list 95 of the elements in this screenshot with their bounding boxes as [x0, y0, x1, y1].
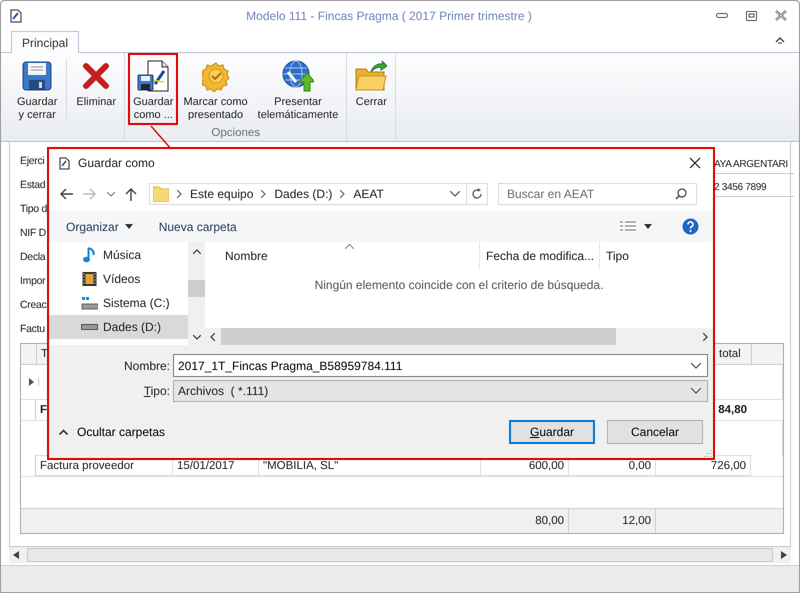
- close-icon[interactable]: [775, 10, 787, 21]
- table-cell: 600,00: [528, 460, 564, 472]
- scrollbar-thumb[interactable]: [221, 328, 616, 345]
- field-label: Tipo d: [20, 202, 47, 216]
- help-icon[interactable]: [682, 218, 699, 235]
- window-title: Modelo 111 - Fincas Pragma ( 2017 Primer trimestre ): [245, 8, 533, 22]
- breadcrumb-item[interactable]: Este equipo: [190, 187, 254, 201]
- nav-item[interactable]: Sistema (C:): [49, 291, 188, 315]
- column-header[interactable]: Tipo: [600, 242, 629, 269]
- scroll-left-icon[interactable]: [13, 551, 19, 559]
- field-label: Impor: [20, 274, 46, 288]
- close-icon[interactable]: [689, 157, 701, 169]
- scrollbar-thumb[interactable]: [27, 548, 773, 562]
- dialog-button[interactable]: Guardar: [509, 420, 595, 444]
- chevron-right-icon: [177, 190, 182, 198]
- drive-icon: [81, 296, 98, 310]
- chevron-down-icon[interactable]: [107, 192, 115, 196]
- field-label: Creac: [20, 298, 47, 312]
- ribbon-button[interactable]: Presentar telemáticamente: [252, 53, 344, 125]
- chevron-right-icon: [340, 190, 346, 198]
- field-label: Decla: [20, 250, 47, 264]
- refresh-icon: [471, 188, 483, 200]
- search-field[interactable]: Buscar en AEAT: [498, 183, 697, 205]
- cross-icon: [82, 60, 110, 92]
- up-arrow-icon[interactable]: [125, 187, 137, 201]
- total-value: 12,00: [622, 515, 651, 527]
- field-label: Factu: [20, 322, 46, 336]
- field-label: Tipo:: [142, 384, 170, 398]
- breadcrumb-item[interactable]: AEAT: [353, 187, 384, 201]
- ribbon-tab[interactable]: Principal: [11, 31, 80, 53]
- chevron-down-icon: [691, 363, 701, 369]
- back-arrow-icon[interactable]: [59, 188, 73, 200]
- file-type-dropdown[interactable]: Archivos ( *.111): [173, 380, 708, 402]
- chevron-down-icon: [691, 388, 701, 394]
- field-label: NIF D: [20, 226, 47, 240]
- nav-item[interactable]: Dades (D:): [49, 315, 188, 339]
- hide-folders-button[interactable]: Ocultar carpetas: [59, 425, 166, 439]
- minimize-icon[interactable]: [716, 12, 728, 18]
- nav-item[interactable]: Música: [49, 243, 188, 267]
- breadcrumb-item[interactable]: Dades (D:): [274, 187, 332, 201]
- view-list-icon[interactable]: [620, 220, 636, 232]
- scroll-up-icon[interactable]: [192, 249, 200, 254]
- table-cell: Factura proveedor: [40, 460, 134, 472]
- column-header[interactable]: Nombre: [205, 242, 480, 269]
- ribbon-button[interactable]: Eliminar: [71, 53, 122, 125]
- restore-icon[interactable]: [746, 10, 757, 20]
- organize-button[interactable]: Organizar: [57, 220, 142, 234]
- chevron-down-icon[interactable]: [450, 191, 460, 197]
- collapse-icon[interactable]: [775, 36, 785, 44]
- dialog-button[interactable]: Cancelar: [607, 420, 703, 444]
- filename-field[interactable]: 2017_1T_Fincas Pragma_B58959784.111: [173, 354, 708, 377]
- drive-icon: [81, 324, 98, 330]
- total-value: 80,00: [535, 515, 564, 527]
- table-cell: 84,80: [718, 404, 747, 416]
- film-icon: [81, 271, 98, 287]
- new-folder-button[interactable]: Nueva carpeta: [150, 220, 246, 234]
- dialog-title: Guardar como: [78, 156, 156, 170]
- ribbon-button[interactable]: Marcar como presentado: [178, 53, 253, 125]
- resize-grip-icon[interactable]: [704, 449, 712, 457]
- search-icon: [675, 188, 687, 200]
- ribbon-button[interactable]: Cerrar: [350, 53, 392, 125]
- group-label: Opciones: [211, 127, 260, 139]
- address-bar[interactable]: Este equipo Dades (D:) AEAT: [149, 183, 467, 205]
- table-cell: 15/01/2017: [177, 460, 235, 472]
- field-label: Estad: [20, 178, 46, 192]
- nav-item[interactable]: Vídeos: [49, 267, 188, 291]
- scrollbar-thumb[interactable]: [188, 280, 205, 297]
- ribbon-button[interactable]: Guardar como ...: [128, 53, 178, 125]
- scroll-right-icon[interactable]: [781, 551, 787, 559]
- scroll-left-icon[interactable]: [210, 332, 215, 340]
- folder-arrow-icon: [355, 60, 388, 92]
- document-floppy-icon: [137, 60, 170, 92]
- scroll-down-icon[interactable]: [192, 335, 200, 340]
- sort-caret-icon: [345, 244, 354, 249]
- caret-icon: [124, 224, 133, 229]
- table-cell: 726,00: [710, 460, 746, 472]
- chevron-up-icon: [59, 429, 68, 435]
- document-icon: [10, 8, 22, 22]
- column-header[interactable]: Fecha de modifica...: [480, 242, 600, 269]
- table-cell: 0,00: [628, 460, 651, 472]
- ribbon-button[interactable]: Guardar y cerrar: [12, 53, 62, 125]
- folder-icon: [153, 186, 169, 202]
- caret-icon[interactable]: [644, 224, 652, 229]
- seal-check-icon: [202, 60, 230, 92]
- field-label: Ejerci: [20, 154, 46, 168]
- column-header: total: [719, 348, 741, 360]
- globe-arrow-icon: [282, 60, 314, 92]
- scroll-right-icon[interactable]: [703, 332, 708, 340]
- table-cell: F: [40, 404, 48, 416]
- empty-message: Ningún elemento coincide con el criterio de búsqueda.: [314, 278, 604, 294]
- field-label: Nombre:: [122, 358, 170, 372]
- table-cell: "MOBILIA, SL": [263, 460, 338, 472]
- chevron-right-icon: [261, 190, 266, 198]
- document-icon: [59, 156, 70, 170]
- refresh-button[interactable]: [466, 183, 488, 205]
